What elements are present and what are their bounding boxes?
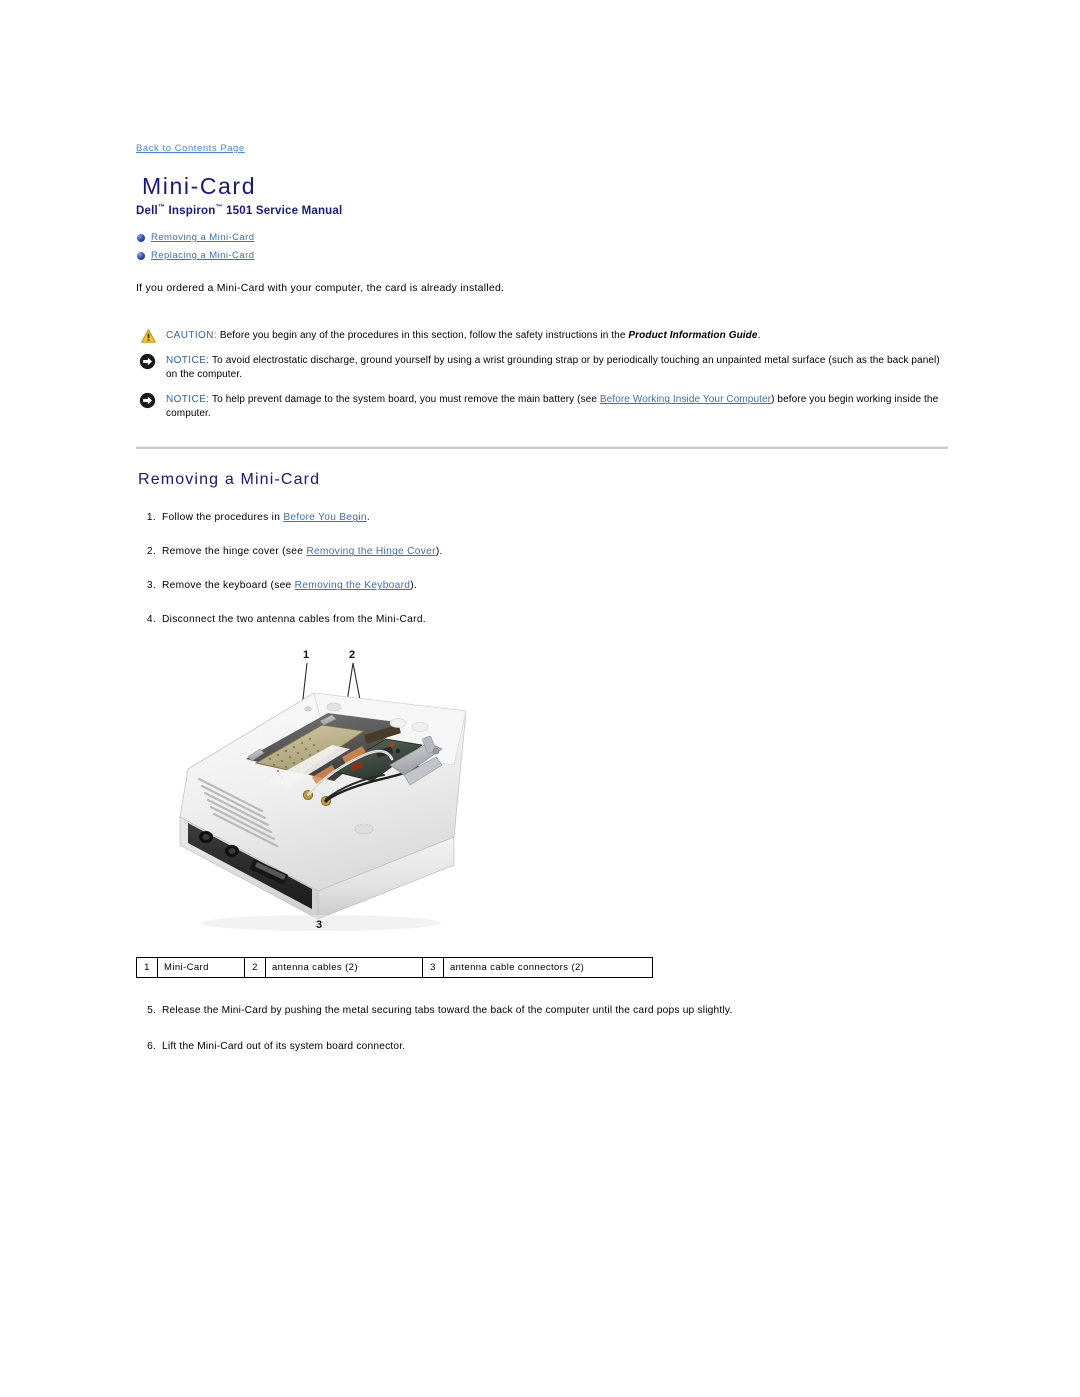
step-text: Disconnect the two antenna cables from t… (162, 614, 426, 626)
section-heading-removing: Removing a Mini-Card (138, 471, 321, 489)
step-text-after: ). (410, 580, 418, 592)
document-page: Back to Contents Page Mini-Card Dell ™ In… (136, 138, 948, 1076)
step-text-before: Remove the hinge cover (see (162, 546, 307, 558)
figure-callout-2: 2 (349, 649, 356, 662)
step-text-before: Remove the keyboard (see (162, 580, 295, 592)
removing-keyboard-link[interactable]: Removing the Keyboard (295, 580, 411, 591)
back-to-contents-link[interactable]: Back to Contents Page (136, 143, 245, 154)
notice-admonition-esd: NOTICE: To avoid electrostatic discharge… (136, 354, 948, 381)
removal-steps-continued: 5. Release the Mini-Card by pushing the m… (136, 1004, 948, 1054)
trademark-symbol-2: ™ (215, 204, 223, 212)
before-working-inside-link[interactable]: Before Working Inside Your Computer (600, 394, 771, 405)
section-divider (136, 446, 948, 450)
minicard-figure: 1 2 3 (136, 647, 516, 948)
list-item: 5. Release the Mini-Card by pushing the m… (147, 1004, 948, 1018)
list-item: 1. Follow the procedures in Before You Be… (147, 511, 948, 525)
list-item: Replacing a Mini-Card (136, 249, 948, 263)
notice-label: NOTICE: (166, 394, 210, 406)
step-text-after: . (366, 512, 371, 524)
subtitle-text-2: Inspiron (165, 204, 216, 217)
subtitle-text-3: 1501 Service Manual (222, 204, 343, 217)
legend-label-3: antenna cable connectors (2) (443, 957, 653, 979)
caution-triangle-icon (141, 329, 156, 343)
step-number: 2. (146, 546, 156, 558)
legend-index-3: 3 (422, 957, 444, 979)
step-text: Lift the Mini-Card out of its system boa… (162, 1041, 406, 1053)
notice-arrow-icon (139, 393, 156, 409)
step-number: 5. (147, 1005, 156, 1017)
caution-label: CAUTION: (166, 329, 217, 341)
notice-arrow-icon (139, 354, 156, 370)
figure-callout-1: 1 (303, 649, 310, 662)
toc-link-removing[interactable]: Removing a Mini-Card (151, 232, 255, 243)
list-item: 2. Remove the hinge cover (see Removing t… (147, 545, 948, 559)
list-item: 6. Lift the Mini-Card out of its system b… (147, 1040, 948, 1054)
notice-text: To avoid electrostatic discharge, ground… (166, 355, 940, 380)
table-row: 1 Mini-Card 2 antenna cables (2) 3 anten… (136, 957, 653, 979)
figure-callout-3: 3 (316, 919, 323, 932)
bullet-sphere-icon (137, 233, 145, 242)
bullet-sphere-icon (137, 251, 145, 260)
figure-legend-table: 1 Mini-Card 2 antenna cables (2) 3 anten… (136, 957, 653, 979)
manual-subtitle: Dell™ Inspiron™ 1501 Service Manual (136, 204, 948, 217)
before-you-begin-link[interactable]: Before You Begin (283, 512, 367, 523)
caution-text-before: Before you begin any of the procedures i… (216, 329, 629, 341)
caution-emphasis: Product Information Guide (628, 329, 758, 341)
list-item: 3. Remove the keyboard (see Removing the … (147, 579, 948, 593)
step-number: 1. (146, 512, 156, 524)
caution-admonition: CAUTION: Before you begin any of the pro… (136, 329, 948, 343)
notice-label: NOTICE: (166, 355, 210, 367)
notice-text-before: To help prevent damage to the system boa… (209, 394, 600, 406)
admonitions-block: CAUTION: Before you begin any of the pro… (136, 329, 948, 421)
subtitle-text: Dell (136, 204, 158, 217)
toc-link-replacing[interactable]: Replacing a Mini-Card (151, 250, 254, 261)
step-number: 6. (147, 1041, 156, 1053)
step-text-before: Follow the procedures in (162, 512, 284, 524)
legend-label-2: antenna cables (2) (265, 957, 423, 979)
list-item: Removing a Mini-Card (136, 231, 948, 245)
table-of-contents: Removing a Mini-Card Replacing a Mini-Ca… (136, 231, 948, 263)
step-text: Release the Mini-Card by pushing the met… (162, 1005, 733, 1017)
laptop-underside-illustration (136, 647, 516, 948)
list-item: 4. Disconnect the two antenna cables from… (147, 613, 948, 627)
removing-hinge-cover-link[interactable]: Removing the Hinge Cover (306, 546, 436, 557)
notice-admonition-battery: NOTICE: To help prevent damage to the sy… (136, 393, 948, 420)
intro-paragraph: If you ordered a Mini-Card with your com… (136, 281, 505, 294)
removal-steps-list: 1. Follow the procedures in Before You Be… (136, 511, 948, 627)
legend-index-1: 1 (136, 957, 158, 979)
caution-text-after: . (757, 329, 761, 341)
page-title: Mini-Card (142, 173, 257, 199)
step-number: 4. (146, 614, 156, 626)
step-number: 3. (146, 580, 156, 592)
legend-index-2: 2 (244, 957, 266, 979)
step-text-after: ). (435, 546, 443, 558)
legend-label-1: Mini-Card (157, 957, 245, 979)
